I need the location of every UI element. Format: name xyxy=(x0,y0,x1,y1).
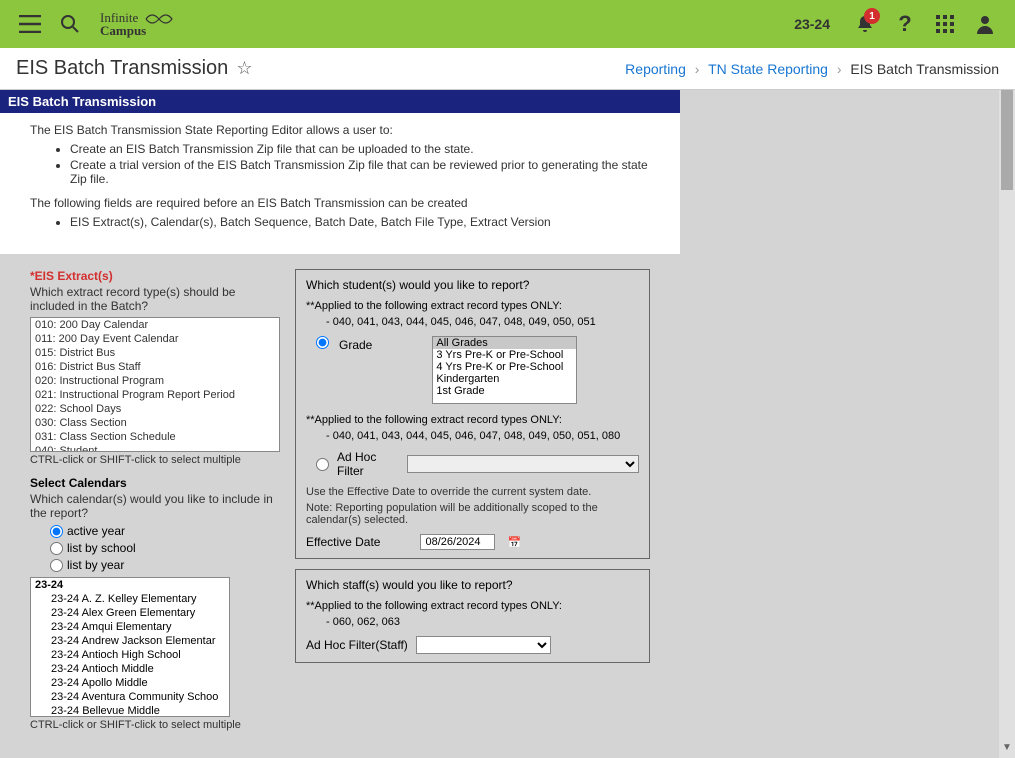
scroll-thumb[interactable] xyxy=(1001,90,1013,190)
list-item[interactable]: 23-24 A. Z. Kelley Elementary xyxy=(31,592,229,606)
scroll-down-icon[interactable]: ▼ xyxy=(999,742,1015,758)
calendars-question: Which calendar(s) would you like to incl… xyxy=(30,492,280,520)
top-navbar: Infinite Campus 23-24 1 ? xyxy=(0,0,1015,48)
intro-bullet: Create a trial version of the EIS Batch … xyxy=(70,158,650,186)
list-item[interactable]: 23-24 Apollo Middle xyxy=(31,676,229,690)
radio-list-by-school[interactable] xyxy=(50,542,63,555)
chevron-right-icon: › xyxy=(837,61,842,77)
list-item[interactable]: 23-24 Amqui Elementary xyxy=(31,620,229,634)
notification-badge: 1 xyxy=(864,8,880,24)
list-item[interactable]: 020: Instructional Program xyxy=(31,374,279,388)
panel-title: EIS Batch Transmission xyxy=(0,90,680,113)
intro-bullet: Create an EIS Batch Transmission Zip fil… xyxy=(70,142,650,156)
effective-date-label: Effective Date xyxy=(306,535,380,549)
user-icon[interactable] xyxy=(965,0,1005,48)
list-item[interactable]: 23-24 Antioch High School xyxy=(31,648,229,662)
eff-note-1: Use the Effective Date to override the c… xyxy=(306,486,639,498)
menu-icon[interactable] xyxy=(10,0,50,48)
student-question: Which student(s) would you like to repor… xyxy=(306,278,639,292)
school-year[interactable]: 23-24 xyxy=(794,16,830,32)
list-item[interactable]: 1st Grade xyxy=(433,385,576,397)
adhoc-filter-label: Ad Hoc Filter xyxy=(337,450,399,478)
radio-adhoc-filter[interactable] xyxy=(316,458,329,471)
calendar-hint: CTRL-click or SHIFT-click to select mult… xyxy=(30,719,280,731)
staff-codes: - 060, 062, 063 xyxy=(326,616,639,628)
eis-extract-listbox[interactable]: 010: 200 Day Calendar 011: 200 Day Event… xyxy=(30,317,280,452)
intro-text: The EIS Batch Transmission State Reporti… xyxy=(0,113,680,254)
radio-list-by-school-label: list by school xyxy=(67,541,136,555)
eis-extract-label: *EIS Extract(s) xyxy=(30,269,280,283)
list-item[interactable]: 030: Class Section xyxy=(31,416,279,430)
list-item[interactable]: 23-24 Antioch Middle xyxy=(31,662,229,676)
intro-list: Create an EIS Batch Transmission Zip fil… xyxy=(70,142,650,186)
calendar-listbox[interactable]: 23-24 23-24 A. Z. Kelley Elementary 23-2… xyxy=(30,577,230,717)
effective-date-input[interactable]: 08/26/2024 xyxy=(425,536,480,548)
help-icon[interactable]: ? xyxy=(885,0,925,48)
list-item[interactable]: All Grades xyxy=(433,337,576,349)
chevron-right-icon: › xyxy=(695,61,700,77)
list-item[interactable]: 021: Instructional Program Report Period xyxy=(31,388,279,402)
student-panel: Which student(s) would you like to repor… xyxy=(295,269,650,559)
breadcrumb-tn-state[interactable]: TN State Reporting xyxy=(708,61,828,77)
radio-grade[interactable] xyxy=(316,336,329,349)
favorite-star-icon[interactable]: ☆ xyxy=(236,58,252,79)
staff-adhoc-label: Ad Hoc Filter(Staff) xyxy=(306,638,408,652)
staff-panel: Which staff(s) would you like to report?… xyxy=(295,569,650,663)
student-applied-1: **Applied to the following extract recor… xyxy=(306,300,639,312)
calendar-group[interactable]: 23-24 xyxy=(31,578,229,592)
right-empty-panel: ▲ ▼ xyxy=(680,90,1015,758)
page-header: EIS Batch Transmission ☆ Reporting › TN … xyxy=(0,48,1015,90)
select-calendars-label: Select Calendars xyxy=(30,476,280,490)
student-codes-2: - 040, 041, 043, 044, 045, 046, 047, 048… xyxy=(326,430,639,442)
list-item[interactable]: 040: Student xyxy=(31,444,279,452)
student-applied-2: **Applied to the following extract recor… xyxy=(306,414,639,426)
grade-listbox[interactable]: All Grades 3 Yrs Pre-K or Pre-School 4 Y… xyxy=(432,336,577,404)
logo[interactable]: Infinite Campus xyxy=(100,11,174,37)
list-item[interactable]: 015: District Bus xyxy=(31,346,279,360)
student-codes-1: - 040, 041, 043, 044, 045, 046, 047, 048… xyxy=(326,316,639,328)
main-content: EIS Batch Transmission The EIS Batch Tra… xyxy=(0,90,680,758)
radio-list-by-year[interactable] xyxy=(50,559,63,572)
list-item[interactable]: 031: Class Section Schedule xyxy=(31,430,279,444)
radio-active-year[interactable] xyxy=(50,525,63,538)
list-item[interactable]: 4 Yrs Pre-K or Pre-School xyxy=(433,361,576,373)
staff-adhoc-select[interactable] xyxy=(416,636,551,654)
radio-active-year-label: active year xyxy=(67,524,125,538)
list-item[interactable]: 23-24 Andrew Jackson Elementar xyxy=(31,634,229,648)
adhoc-filter-select[interactable] xyxy=(407,455,639,473)
breadcrumb-reporting[interactable]: Reporting xyxy=(625,61,686,77)
list-item[interactable]: 016: District Bus Staff xyxy=(31,360,279,374)
intro-req-lead: The following fields are required before… xyxy=(30,196,650,210)
breadcrumb-current: EIS Batch Transmission xyxy=(850,61,999,77)
list-item[interactable]: 3 Yrs Pre-K or Pre-School xyxy=(433,349,576,361)
radio-list-by-year-label: list by year xyxy=(67,558,124,572)
eff-note-2: Note: Reporting population will be addit… xyxy=(306,502,639,526)
staff-applied: **Applied to the following extract recor… xyxy=(306,600,639,612)
logo-line2: Campus xyxy=(100,24,146,37)
search-icon[interactable] xyxy=(50,0,90,48)
list-item[interactable]: 010: 200 Day Calendar xyxy=(31,318,279,332)
staff-question: Which staff(s) would you like to report? xyxy=(306,578,639,592)
apps-icon[interactable] xyxy=(925,0,965,48)
page-title: EIS Batch Transmission xyxy=(16,57,228,80)
intro-lead: The EIS Batch Transmission State Reporti… xyxy=(30,123,650,137)
calendar-icon[interactable]: 📅 xyxy=(507,536,521,549)
scrollbar[interactable]: ▲ ▼ xyxy=(999,90,1015,758)
eis-extract-question: Which extract record type(s) should be i… xyxy=(30,285,280,313)
notifications-icon[interactable]: 1 xyxy=(845,0,885,48)
list-item[interactable]: 23-24 Alex Green Elementary xyxy=(31,606,229,620)
list-item[interactable]: 011: 200 Day Event Calendar xyxy=(31,332,279,346)
extract-hint: CTRL-click or SHIFT-click to select mult… xyxy=(30,454,280,466)
list-item[interactable]: 23-24 Aventura Community Schoo xyxy=(31,690,229,704)
intro-req-bullet: EIS Extract(s), Calendar(s), Batch Seque… xyxy=(70,215,650,229)
list-item[interactable]: Kindergarten xyxy=(433,373,576,385)
grade-label: Grade xyxy=(339,338,372,352)
breadcrumb: Reporting › TN State Reporting › EIS Bat… xyxy=(625,61,999,77)
list-item[interactable]: 022: School Days xyxy=(31,402,279,416)
list-item[interactable]: 23-24 Bellevue Middle xyxy=(31,704,229,717)
intro-req-list: EIS Extract(s), Calendar(s), Batch Seque… xyxy=(70,215,650,229)
